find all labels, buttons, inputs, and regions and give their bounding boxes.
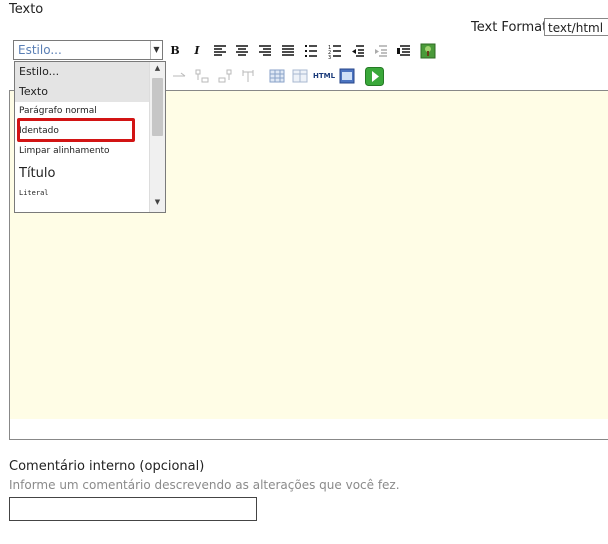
- dropdown-scrollbar[interactable]: ▲ ▼: [149, 62, 165, 212]
- style-combo[interactable]: Estilo... ▼: [13, 40, 163, 60]
- align-center-icon[interactable]: [234, 43, 250, 59]
- table-icon[interactable]: [269, 68, 285, 84]
- style-combo-value: Estilo...: [18, 43, 62, 57]
- table-delete-icon[interactable]: [240, 68, 256, 84]
- style-option-clear-align[interactable]: Limpar alinhamento: [19, 146, 110, 156]
- style-option-literal[interactable]: Literal: [19, 189, 49, 197]
- comment-input[interactable]: [9, 497, 257, 521]
- style-option-paragraph[interactable]: Parágrafo normal: [19, 106, 97, 116]
- text-format-label: Text Format: [471, 20, 548, 35]
- html-source-button[interactable]: HTML: [313, 72, 335, 80]
- image-icon[interactable]: [420, 43, 436, 59]
- link-icon[interactable]: [171, 68, 187, 84]
- italic-icon[interactable]: I: [189, 43, 205, 59]
- highlight-box: [17, 118, 135, 142]
- align-justify-icon[interactable]: [280, 43, 296, 59]
- scroll-up-icon[interactable]: ▲: [150, 64, 165, 76]
- editor-status-bar: [9, 419, 608, 440]
- table-insert-col-icon[interactable]: [217, 68, 233, 84]
- table-props-icon[interactable]: [292, 68, 308, 84]
- comment-label: Comentário interno (opcional): [9, 459, 205, 474]
- play-icon[interactable]: [365, 67, 384, 86]
- table-insert-row-icon[interactable]: [194, 68, 210, 84]
- style-option-partial[interactable]: · ·: [19, 207, 30, 212]
- chevron-down-icon[interactable]: ▼: [150, 41, 162, 59]
- preview-icon[interactable]: [339, 68, 355, 84]
- blockquote-icon[interactable]: [396, 43, 412, 59]
- scrollbar-thumb[interactable]: [152, 78, 163, 136]
- text-format-select[interactable]: text/html: [544, 18, 608, 36]
- align-right-icon[interactable]: [257, 43, 273, 59]
- bulleted-list-icon[interactable]: [303, 43, 319, 59]
- comment-help-text: Informe um comentário descrevendo as alt…: [9, 478, 400, 492]
- indent-icon[interactable]: [373, 43, 389, 59]
- style-option-title[interactable]: Título: [19, 166, 55, 181]
- dropdown-header-text: Texto: [15, 82, 149, 102]
- numbered-list-icon[interactable]: 123: [327, 43, 343, 59]
- align-left-icon[interactable]: [212, 43, 228, 59]
- outdent-icon[interactable]: [350, 43, 366, 59]
- dropdown-header-style: Estilo...: [15, 62, 149, 82]
- scroll-down-icon[interactable]: ▼: [150, 198, 165, 210]
- svg-text:3: 3: [328, 55, 331, 59]
- bold-icon[interactable]: B: [167, 43, 183, 59]
- text-field-label: Texto: [9, 2, 44, 17]
